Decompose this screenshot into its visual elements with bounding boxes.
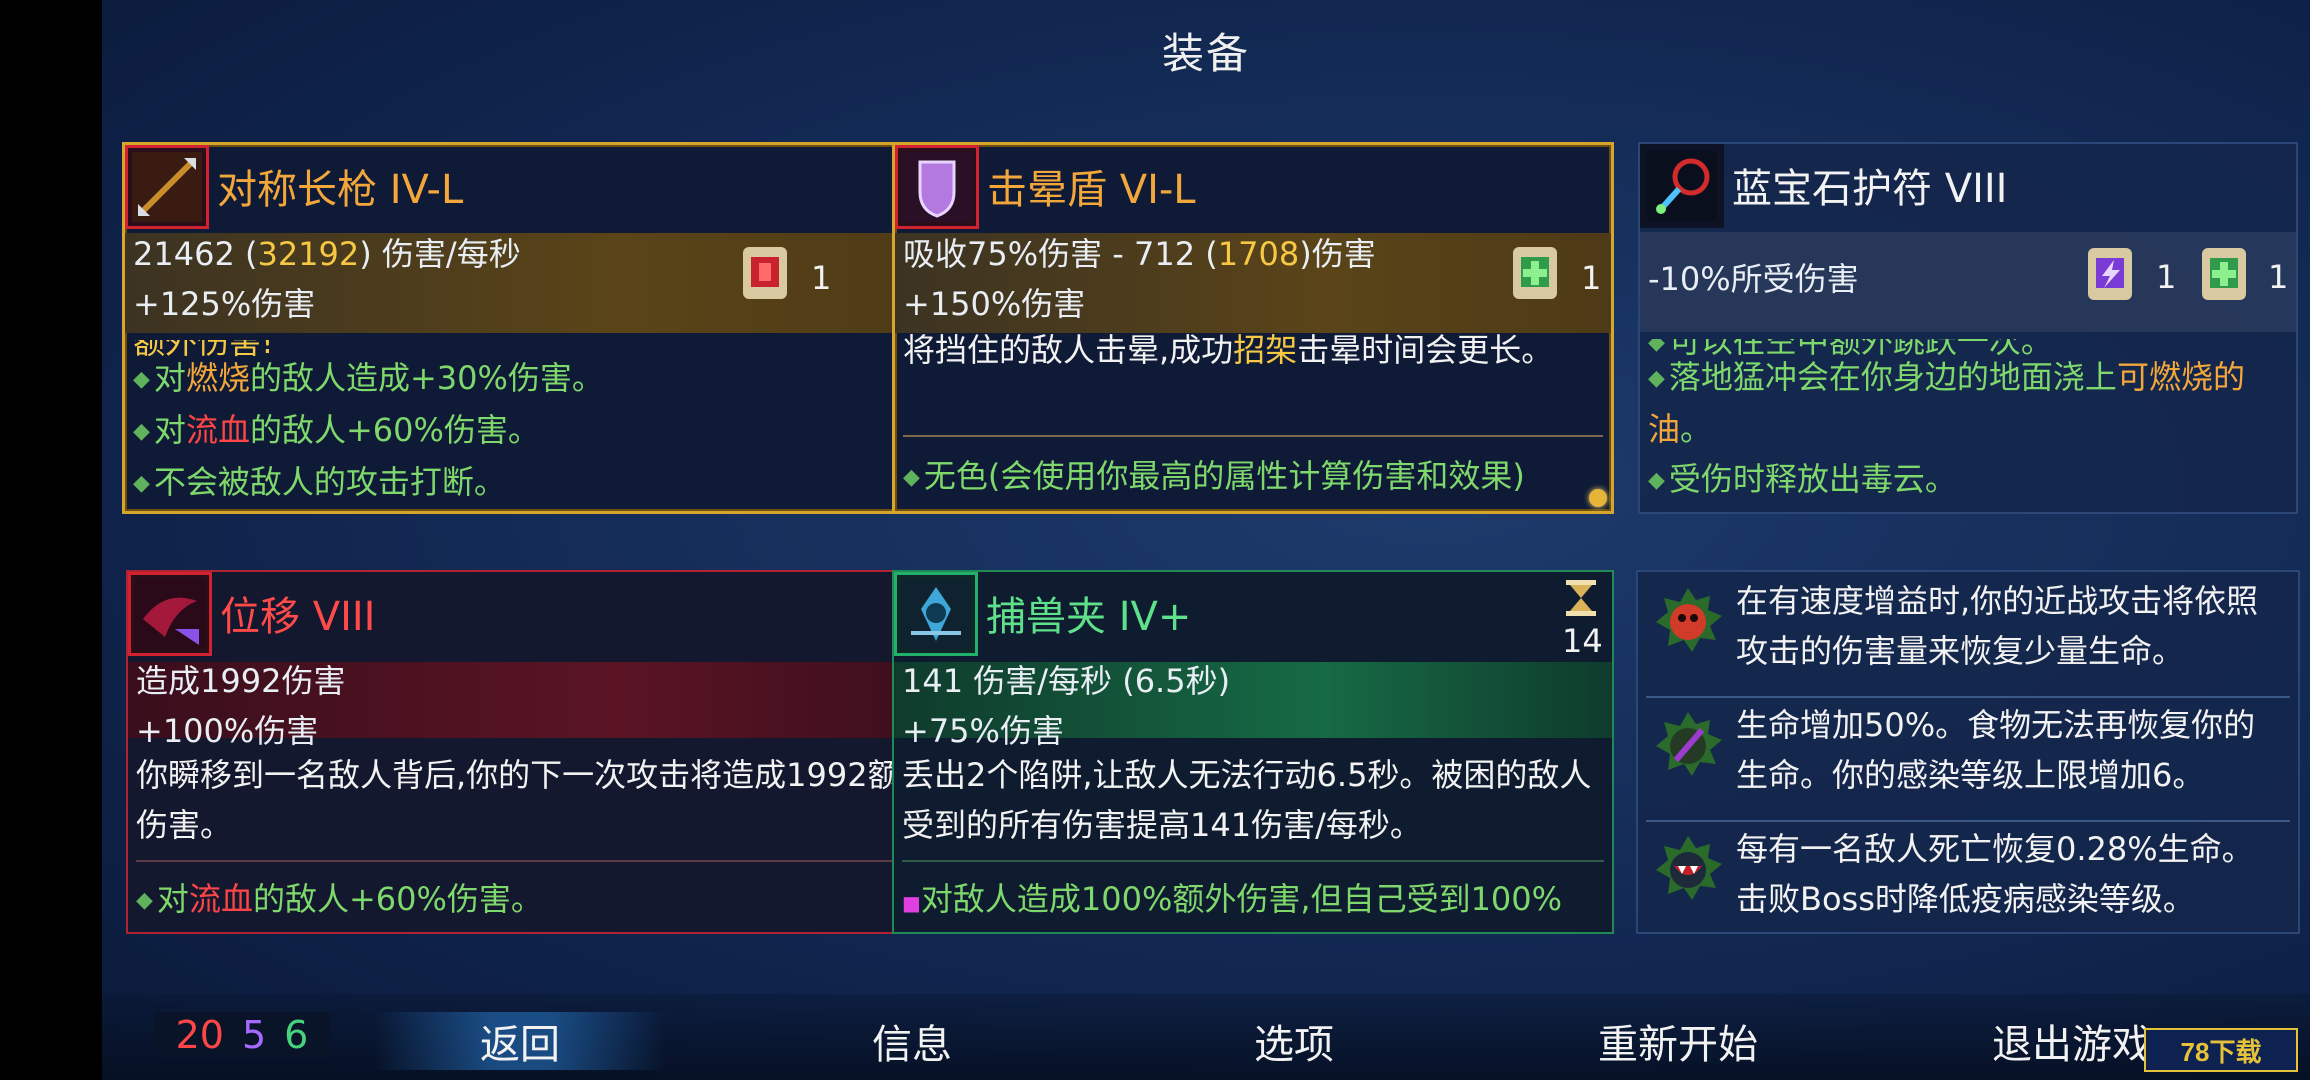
options-button[interactable]: 选项 [1184, 1012, 1404, 1070]
mutation-row[interactable]: 生命增加50%。食物无法再恢复你的生命。你的感染等级上限增加6。 [1646, 700, 2290, 820]
amulet-name: 蓝宝石护符 VIII [1732, 166, 2008, 212]
weapon-effects: ◆ 对燃烧的敌人造成+30%伤害。 ◆ 对流血的敌人+60%伤害。 ◆ 不会被敌人的攻… [133, 353, 935, 509]
divider [136, 860, 938, 862]
skill-name: 位移 VIII [220, 594, 376, 640]
info-button[interactable]: 信息 [802, 1012, 1022, 1070]
tactics-count: 5 [241, 1013, 267, 1057]
skill-description: 丢出2个陷阱,让敌人无法行动6.5秒。被困的敌人受到的所有伤害提高141伤害/每… [902, 756, 1592, 844]
restart-button[interactable]: 重新开始 [1548, 1012, 1808, 1070]
weapon-bonus: +125%伤害 [133, 285, 316, 323]
mutation-row[interactable]: 每有一名敌人死亡恢复0.28%生命。击败Boss时降低疫病感染等级。 [1646, 824, 2290, 932]
mutation-description: 每有一名敌人死亡恢复0.28%生命。击败Boss时降低疫病感染等级。 [1736, 830, 2254, 918]
back-button[interactable]: 返回 [374, 1012, 666, 1070]
amulet-effects: ◆ 落地猛冲会在你身边的地面浇上可燃烧的油。 ◆ 受伤时释放出毒云。 [1648, 352, 2286, 506]
weapon-panel-shield-body[interactable]: 击晕盾 VI-L 吸收75%伤害 - 712 (1708)伤害 +150%伤害 … [892, 142, 1614, 514]
survival-count: 6 [284, 1013, 309, 1057]
page-title: 装备 [1161, 29, 1250, 78]
spear-icon [125, 145, 209, 229]
trap-skill-icon [894, 572, 978, 656]
brutality-count: 20 [175, 1013, 224, 1057]
mutation-description: 在有速度增益时,你的近战攻击将依照攻击的伤害量来恢复少量生命。 [1736, 582, 2259, 670]
effect-line: ◆ 受伤时释放出毒云。 [1648, 460, 1957, 498]
weapon-dps: 21462 (32192) 伤害/每秒 [133, 235, 521, 273]
shield-icon [895, 145, 979, 229]
skill-damage: 141 伤害/每秒 (6.5秒) [902, 662, 1231, 700]
shield-absorb: 吸收75%伤害 - 712 (1708)伤害 [903, 235, 1376, 273]
game-stage: 装备 对称长枪 IV-L 21462 (32192) 伤害/每秒 +125%伤害… [102, 0, 2310, 1080]
skill-damage: 造成1992伤害 [136, 662, 346, 700]
green-blade-mutation-icon [1656, 712, 1722, 776]
divider [1646, 696, 2290, 698]
red-skull-mutation-icon [1656, 588, 1722, 652]
amulet-panel[interactable]: 蓝宝石护符 VIII -10%所受伤害 1 1 ◆ 可以往空中额外跳跃一次。 ◆ 落… [1638, 142, 2298, 514]
brutality-scroll-icon [743, 247, 787, 299]
tactics-scroll-icon [2088, 248, 2132, 300]
amulet-stat: -10%所受伤害 [1648, 260, 1859, 298]
fanged-mouth-mutation-icon [1656, 836, 1722, 900]
survival-scroll-icon [2202, 248, 2246, 300]
watermark-logo: 78下载 [2144, 1028, 2298, 1072]
scroll-count: 1 [2156, 258, 2177, 296]
teleport-skill-icon [128, 572, 212, 656]
weapon-name: 对称长枪 IV-L [217, 167, 464, 213]
skill-cooldown: 14 [1562, 622, 1603, 660]
weapon-bonus: +150%伤害 [903, 285, 1086, 323]
weapon-note: ◆ 无色(会使用你最高的属性计算伤害和效果) [903, 457, 1525, 495]
weapon-description: 将挡住的敌人击晕,成功招架击晕时间会更长。 [903, 331, 1554, 369]
divider [1646, 820, 2290, 822]
skill-panel-teleport[interactable]: 位移 VIII 2 造成1992伤害 +100%伤害 你瞬移到一名敌人背后,你的… [126, 570, 948, 934]
mutation-row[interactable]: 在有速度增益时,你的近战攻击将依照攻击的伤害量来恢复少量生命。 [1646, 576, 2290, 696]
scroll-count: 1 [2268, 258, 2289, 296]
hourglass-icon [1566, 580, 1596, 616]
skill-bonus: +75%伤害 [902, 712, 1064, 750]
divider [903, 435, 1603, 437]
effect-line: ◆ 对流血的敌人+60%伤害。 [133, 411, 540, 449]
divider [902, 860, 1604, 862]
skill-effect: ◆ 对流血的敌人+60%伤害。 [136, 880, 543, 918]
scroll-count: 1 [1581, 259, 1602, 297]
skill-bonus: +100%伤害 [136, 712, 319, 750]
weapon-name: 击晕盾 VI-L [987, 167, 1196, 213]
effect-line: ◆ 对燃烧的敌人造成+30%伤害。 [133, 359, 604, 397]
effect-line: ◆ 不会被敌人的攻击打断。 [133, 463, 506, 501]
mutations-panel: 在有速度增益时,你的近战攻击将依照攻击的伤害量来恢复少量生命。 生命增加50%。… [1636, 570, 2300, 934]
scroll-count: 1 [811, 259, 832, 297]
skill-effect: ■对敌人造成100%额外伤害,但自己受到100% [902, 880, 1563, 918]
skill-name: 捕兽夹 IV+ [986, 594, 1192, 640]
scroll-stats: 20 5 6 [154, 1012, 330, 1058]
survival-scroll-icon [1513, 247, 1557, 299]
mutation-description: 生命增加50%。食物无法再恢复你的生命。你的感染等级上限增加6。 [1736, 706, 2256, 794]
effect-line: ◆ 落地猛冲会在你身边的地面浇上可燃烧的油。 [1648, 358, 2245, 448]
amulet-icon [1640, 144, 1724, 228]
skill-panel-trap[interactable]: 捕兽夹 IV+ 14 141 伤害/每秒 (6.5秒) +75%伤害 丢出2个陷… [892, 570, 1614, 934]
weapon-panel-spear[interactable]: 对称长枪 IV-L 21462 (32192) 伤害/每秒 +125%伤害 额外… [122, 142, 948, 514]
skill-description: 你瞬移到一名敌人背后,你的下一次攻击将造成1992额外伤害。 [136, 756, 932, 844]
